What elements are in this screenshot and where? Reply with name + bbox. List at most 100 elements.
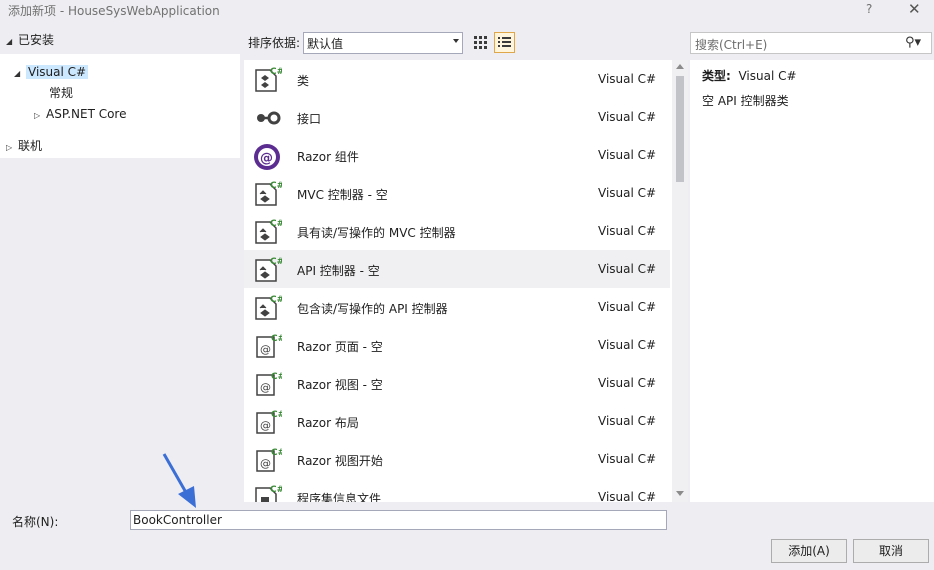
tree-label: Visual C# [26,65,89,79]
template-name: Razor 视图开始 [297,454,383,468]
svg-text:C#: C# [270,181,282,191]
template-item[interactable]: C# 程序集信息文件 Visual C# [244,478,670,502]
name-field[interactable]: BookController [130,510,667,530]
type-label: 类型: [702,69,731,83]
razor-page-icon: C#@ [252,445,285,475]
template-item[interactable]: C# 具有读/写操作的 MVC 控制器 Visual C# [244,212,670,250]
template-language: Visual C# [598,186,657,200]
template-language: Visual C# [598,72,657,86]
csharp-controller-icon: C# [252,217,284,247]
sort-value: 默认值 [307,37,344,51]
add-button[interactable]: 添加(A) [771,539,847,563]
svg-text:@: @ [260,343,271,356]
svg-text:C#: C# [270,485,282,495]
template-name: 程序集信息文件 [297,492,382,502]
help-button[interactable]: ? [866,2,872,16]
grid-view-icon [474,36,487,49]
tree-label: 常规 [49,86,74,100]
list-view-button[interactable] [494,32,515,53]
template-list: C# 类 Visual C# 接口 Visual C# @ Razor 组件 Visual C… [244,60,672,502]
svg-text:C#: C# [271,448,282,458]
template-item[interactable]: C#@ Razor 视图 - 空 Visual C# [244,364,670,402]
tree-item-general[interactable]: 常规 [49,83,73,103]
template-item[interactable]: C# 类 Visual C# [244,60,670,98]
template-name: Razor 布局 [297,416,359,430]
svg-text:@: @ [260,151,273,166]
template-item[interactable]: C#@ Razor 视图开始 Visual C# [244,440,670,478]
template-item[interactable]: C# API 控制器 - 空 Visual C# [244,250,670,288]
template-language: Visual C# [598,414,657,428]
cancel-button[interactable]: 取消 [853,539,929,563]
expanded-arrow-icon[interactable]: ◢ [14,64,26,84]
template-item[interactable]: C# 包含读/写操作的 API 控制器 Visual C# [244,288,670,326]
template-language: Visual C# [598,452,657,466]
svg-text:@: @ [260,419,271,432]
template-language: Visual C# [598,224,657,238]
template-name: Razor 页面 - 空 [297,340,383,354]
name-field-value: BookController [133,513,222,527]
search-input[interactable]: 搜索(Ctrl+E) [695,36,767,53]
name-label: 名称(N): [12,515,59,529]
tree-item-visual-csharp[interactable]: ◢ Visual C# [14,62,89,84]
tree-item-aspnet-core[interactable]: ▷ ASP.NET Core [34,104,126,124]
detail-pane: 类型: Visual C# 空 API 控制器类 [690,60,934,502]
window-title: 添加新项 - HouseSysWebApplication [8,4,220,18]
csharp-controller-icon: C# [252,293,284,323]
template-item[interactable]: C# MVC 控制器 - 空 Visual C# [244,174,670,212]
svg-text:C#: C# [270,295,282,305]
tree-label: ASP.NET Core [46,107,127,121]
annotation-arrow-icon [162,453,196,508]
template-language: Visual C# [598,300,657,314]
template-item[interactable]: C#@ Razor 布局 Visual C# [244,402,670,440]
csharp-class-icon: C# [252,65,284,95]
tree-label: 已安装 [18,33,55,47]
template-language: Visual C# [598,110,657,124]
template-language: Visual C# [598,262,657,276]
detail-type: 类型: Visual C# [702,67,797,84]
list-scrollbar[interactable] [672,60,688,502]
tree-label: 联机 [18,139,43,153]
title-bar: 添加新项 - HouseSysWebApplication ? ✕ [0,0,934,22]
template-tree: ◢ 已安装 ◢ Visual C# 常规 ▷ ASP.NET Core ▷ 联机 [0,28,240,502]
tree-item-online[interactable]: ▷ 联机 [6,136,42,156]
template-item[interactable]: C#@ Razor 页面 - 空 Visual C# [244,326,670,364]
template-language: Visual C# [598,490,657,502]
search-box[interactable]: 搜索(Ctrl+E) ⚲▾ [690,32,932,54]
collapsed-arrow-icon[interactable]: ▷ [6,138,18,158]
grid-view-button[interactable] [470,32,490,52]
csharp-file-icon: C# [252,483,284,502]
scroll-up-arrow-icon[interactable] [676,64,684,69]
svg-text:@: @ [260,381,271,394]
template-name: Razor 组件 [297,150,359,164]
sort-dropdown[interactable]: 默认值 [303,32,463,54]
sort-label: 排序依据: [248,36,301,50]
razor-page-icon: C#@ [252,331,285,361]
list-view-icon [498,37,511,47]
razor-page-icon: C#@ [252,369,285,399]
svg-text:C#: C# [270,219,282,229]
svg-text:C#: C# [270,67,282,77]
search-icon[interactable]: ⚲▾ [905,35,921,50]
svg-text:C#: C# [271,410,282,420]
detail-description: 空 API 控制器类 [702,94,789,108]
razor-component-icon: @ [252,141,282,171]
template-item[interactable]: @ Razor 组件 Visual C# [244,136,670,174]
template-name: 类 [297,74,310,88]
expanded-arrow-icon[interactable]: ◢ [6,32,18,52]
svg-text:C#: C# [271,334,282,344]
type-value: Visual C# [738,69,797,83]
template-name: 包含读/写操作的 API 控制器 [297,302,448,316]
collapsed-arrow-icon[interactable]: ▷ [34,106,46,126]
razor-page-icon: C#@ [252,407,285,437]
template-language: Visual C# [598,338,657,352]
template-language: Visual C# [598,148,657,162]
close-button[interactable]: ✕ [908,0,921,18]
template-name: MVC 控制器 - 空 [297,188,388,202]
svg-text:C#: C# [271,372,282,382]
scroll-down-arrow-icon[interactable] [676,491,684,496]
scroll-thumb[interactable] [676,76,684,182]
tree-item-installed[interactable]: ◢ 已安装 [6,30,54,50]
template-name: API 控制器 - 空 [297,264,380,278]
template-item[interactable]: 接口 Visual C# [244,98,670,136]
csharp-controller-icon: C# [252,255,284,285]
